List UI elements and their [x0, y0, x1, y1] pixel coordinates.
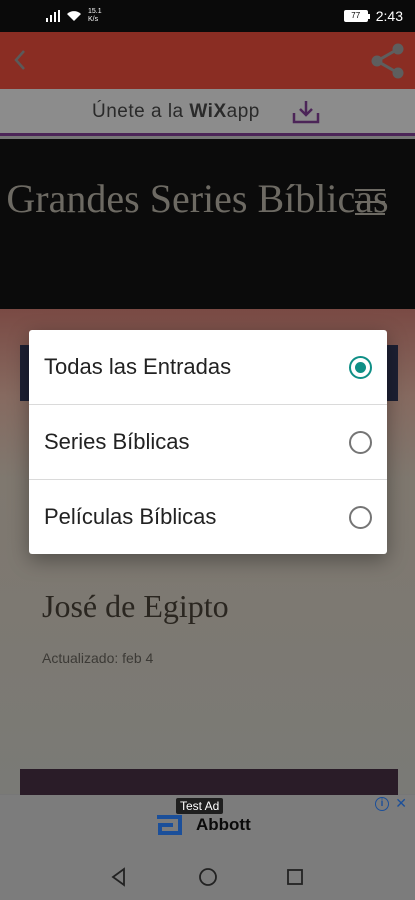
post-title[interactable]: José de Egipto [42, 588, 229, 625]
option-label: Películas Bíblicas [44, 504, 217, 529]
wifi-icon [67, 11, 81, 21]
post-image[interactable] [20, 769, 398, 795]
filter-dialog: Todas las Entradas Series Bíblicas Pelíc… [29, 330, 387, 554]
status-bar: 15.1 K/s 77 2:43 [0, 0, 415, 32]
hamburger-menu-icon[interactable] [355, 189, 385, 215]
option-label: Series Bíblicas [44, 429, 190, 454]
nav-home-icon[interactable] [196, 865, 220, 889]
nav-recents-icon[interactable] [283, 865, 307, 889]
option-series[interactable]: Series Bíblicas [29, 405, 387, 480]
option-movies[interactable]: Películas Bíblicas [29, 480, 387, 554]
option-all-entries[interactable]: Todas las Entradas [29, 330, 387, 405]
radio-unselected[interactable] [349, 431, 372, 454]
site-title: Grandes Series Bíblicas [6, 176, 389, 221]
nav-back-icon[interactable] [107, 865, 131, 889]
download-icon[interactable] [291, 99, 321, 125]
wix-app-banner[interactable]: Únete a la WiXapp [0, 89, 415, 136]
status-right: 77 2:43 [343, 8, 403, 24]
ad-brand: Abbott [196, 815, 251, 834]
share-icon[interactable] [367, 40, 409, 82]
wix-banner-text: Únete a la WiXapp [92, 101, 260, 123]
ad-info-icon[interactable]: i [375, 797, 389, 811]
post-updated-date: Actualizado: feb 4 [42, 650, 154, 666]
ad-close-icon[interactable]: ✕ [395, 795, 407, 812]
abbott-logo-icon [157, 815, 182, 835]
ad-banner[interactable]: Test Ad Abbott i ✕ [0, 795, 415, 855]
app-bar [0, 32, 415, 89]
system-nav-bar [0, 855, 415, 900]
battery-icon: 77 [343, 10, 370, 22]
back-arrow-icon[interactable] [8, 46, 32, 74]
status-left: 15.1 K/s [46, 8, 102, 24]
network-speed: 15.1 K/s [88, 8, 102, 23]
wix-banner-prefix: Únete a la [92, 101, 190, 122]
radio-unselected[interactable] [349, 506, 372, 529]
signal-icon [46, 10, 60, 22]
site-header: Grandes Series Bíblicas [0, 139, 415, 309]
wix-logo: WiX [189, 101, 227, 122]
radio-selected[interactable] [349, 356, 372, 379]
clock: 2:43 [375, 8, 403, 24]
option-label: Todas las Entradas [44, 354, 232, 379]
wix-banner-suffix: app [226, 101, 260, 122]
